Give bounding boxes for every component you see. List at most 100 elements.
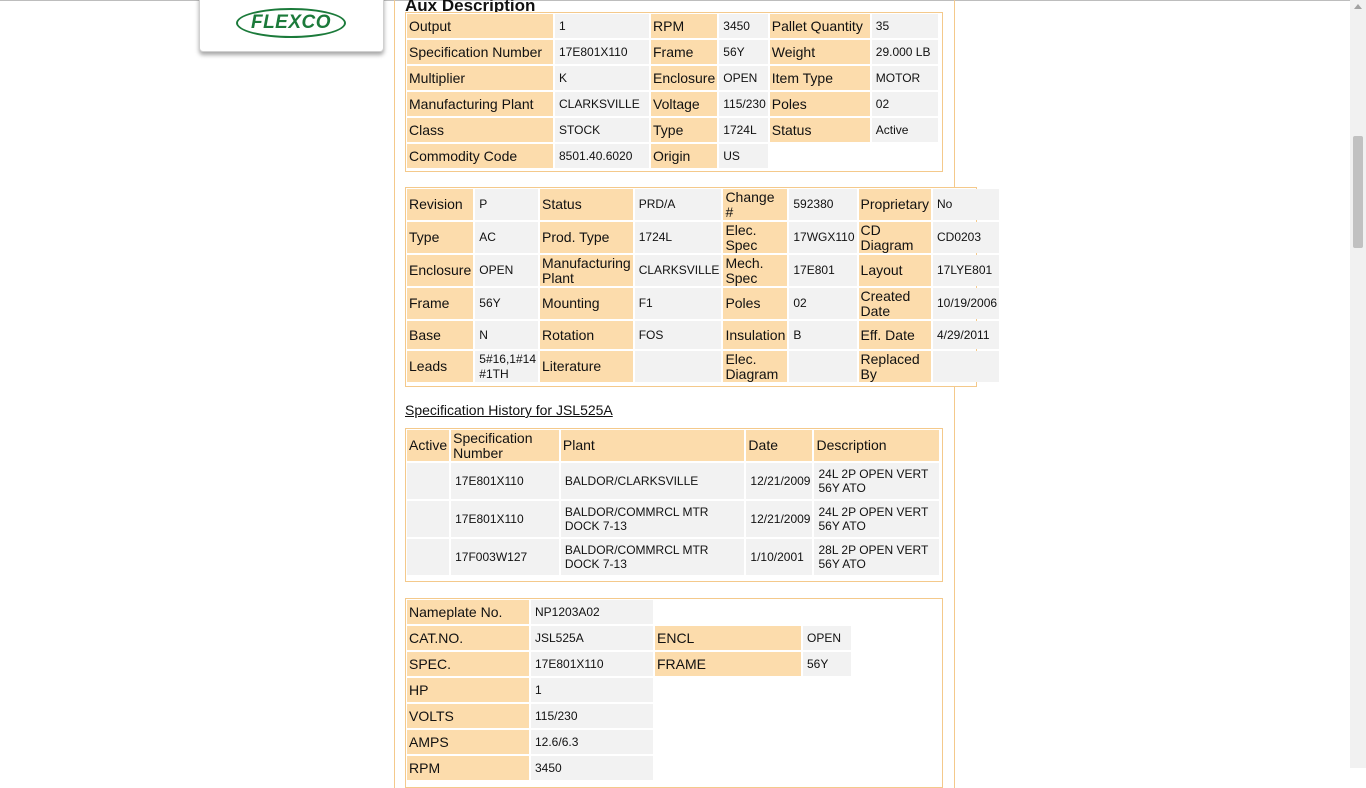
field-value: OPEN: [803, 626, 851, 650]
field-label: Rotation: [540, 321, 633, 349]
nameplate-row: AMPS 12.6/6.3: [407, 730, 851, 754]
field-value: F1: [634, 288, 722, 319]
spec-row: Leads 5#16,1#14 #1TH Literature Elec. Diagr…: [407, 351, 1000, 382]
table-cell: 17E801X110: [451, 463, 559, 499]
field-label: ENCL: [655, 626, 801, 650]
field-value: No: [933, 189, 1000, 220]
spec-history-panel: Active Specification Number Plant Date Descr…: [405, 428, 943, 582]
field-label: HP: [407, 678, 529, 702]
field-label: [655, 730, 801, 754]
field-value: 5#16,1#14 #1TH: [475, 351, 538, 382]
field-value: 35: [871, 14, 938, 38]
spec-details-panel: Revision P Status PRD/A Change #592380 Propri…: [405, 187, 1000, 387]
field-label: Status: [540, 189, 633, 220]
field-value: [872, 144, 938, 168]
spec-row: Type AC Prod. Type 1724L Elec. Spec 17WGX110 C…: [407, 222, 1000, 253]
table-cell: BALDOR/CLARKSVILLE: [560, 463, 745, 499]
field-label: [770, 144, 870, 168]
field-label: CD Diagram: [858, 222, 931, 253]
field-value: [803, 678, 851, 702]
field-label: Proprietary: [858, 189, 931, 220]
field-value: 3450: [719, 14, 768, 38]
field-label: Enclosure: [651, 66, 718, 90]
spec-history-table: Active Specification Number Plant Date Descr…: [405, 428, 941, 577]
field-value: CLARKSVILLE: [555, 92, 649, 116]
field-value: 592380: [789, 189, 857, 220]
spec-history-link[interactable]: Specification History for JSL525A: [405, 402, 613, 418]
field-value: 02: [789, 288, 857, 319]
field-label: Specification Number: [407, 40, 553, 64]
field-label: Frame: [651, 40, 718, 64]
spec-details-table: Revision P Status PRD/A Change #592380 Propri…: [405, 187, 1001, 384]
field-value: 12.6/6.3: [531, 730, 653, 754]
field-label: Frame: [407, 288, 474, 319]
brand-logo-card[interactable]: FLEXCO: [199, 0, 384, 52]
table-cell: 12/21/2009: [746, 501, 813, 537]
scrollbar-thumb[interactable]: [1353, 136, 1363, 248]
aux-description-table: Output 1 RPM 3450 Pallet Quantity 35 Specifica…: [405, 12, 940, 170]
spec-row: Base N Rotation FOS Insulation B Eff. Date 4/29…: [407, 321, 1000, 349]
table-cell: 24L 2P OPEN VERT 56Y ATO: [814, 463, 939, 499]
field-value: US: [719, 144, 768, 168]
field-value: [803, 600, 851, 624]
vertical-scrollbar[interactable]: [1350, 0, 1366, 768]
field-label: FRAME: [655, 652, 801, 676]
table-cell: 1/10/2001: [746, 539, 813, 575]
field-label: [655, 600, 801, 624]
field-label: Eff. Date: [858, 321, 931, 349]
field-label: Class: [407, 118, 553, 142]
aux-row: Commodity Code 8501.40.6020 Origin US: [407, 144, 938, 168]
table-row: 17E801X110 BALDOR/CLARKSVILLE 12/21/2009 24…: [407, 463, 939, 499]
field-value: [803, 730, 851, 754]
table-cell: 17F003W127: [451, 539, 559, 575]
field-label: Status: [769, 118, 870, 142]
nameplate-row: RPM 3450: [407, 756, 851, 780]
field-label: Mech. Spec: [723, 255, 788, 286]
field-label: Leads: [407, 351, 474, 382]
field-label: Voltage: [651, 92, 718, 116]
field-value: 1: [531, 678, 653, 702]
table-cell: BALDOR/COMMRCL MTR DOCK 7-13: [560, 539, 745, 575]
nameplate-table: Nameplate No. NP1203A02 CAT.NO. JSL525A ENCL…: [405, 598, 853, 782]
table-cell: [407, 501, 450, 537]
field-value: N: [475, 321, 538, 349]
field-label: Manufacturing Plant: [540, 254, 633, 286]
field-value: K: [555, 66, 649, 90]
aux-row: Class STOCK Type 1724L Status Active: [407, 118, 938, 142]
spec-row: Revision P Status PRD/A Change #592380 Propri…: [407, 189, 1000, 220]
spec-row: Enclosure OPEN Manufacturing Plant CLARKSVI…: [407, 254, 1000, 286]
nameplate-row: Nameplate No. NP1203A02: [407, 600, 851, 624]
table-row: 17E801X110 BALDOR/COMMRCL MTR DOCK 7-13 12…: [407, 501, 939, 537]
field-label: Base: [407, 321, 474, 349]
field-label: Change #: [723, 189, 788, 220]
aux-row: Output 1 RPM 3450 Pallet Quantity 35: [407, 14, 938, 38]
nameplate-row: CAT.NO. JSL525A ENCL OPEN: [407, 626, 851, 650]
field-value: AC: [475, 222, 538, 253]
field-value: 17LYE801: [933, 255, 1000, 286]
aux-description-panel: Output 1 RPM 3450 Pallet Quantity 35 Specifica…: [405, 12, 943, 172]
nameplate-row: VOLTS 115/230: [407, 704, 851, 728]
field-label: Mounting: [540, 288, 633, 319]
field-value: 02: [871, 92, 938, 116]
field-label: Output: [407, 14, 553, 38]
field-label: Prod. Type: [540, 222, 633, 253]
field-label: Poles: [769, 92, 870, 116]
scroll-up-arrow-icon[interactable]: [1354, 4, 1362, 9]
field-value: 4/29/2011: [933, 321, 1000, 349]
table-cell: [407, 463, 450, 499]
field-label: Type: [651, 118, 718, 142]
table-cell: 28L 2P OPEN VERT 56Y ATO: [814, 539, 939, 575]
field-value: 1724L: [719, 118, 768, 142]
table-cell: BALDOR/COMMRCL MTR DOCK 7-13: [560, 501, 745, 537]
field-label: RPM: [651, 14, 718, 38]
field-label: Layout: [858, 255, 931, 286]
field-value: 10/19/2006: [933, 288, 1000, 319]
field-value: 115/230: [719, 92, 768, 116]
field-value: 56Y: [719, 40, 768, 64]
field-value: [634, 351, 722, 382]
table-cell: 12/21/2009: [746, 463, 813, 499]
field-value: 1724L: [634, 222, 722, 253]
field-value: Active: [871, 118, 938, 142]
field-value: 8501.40.6020: [555, 144, 649, 168]
field-value: [933, 351, 1000, 382]
